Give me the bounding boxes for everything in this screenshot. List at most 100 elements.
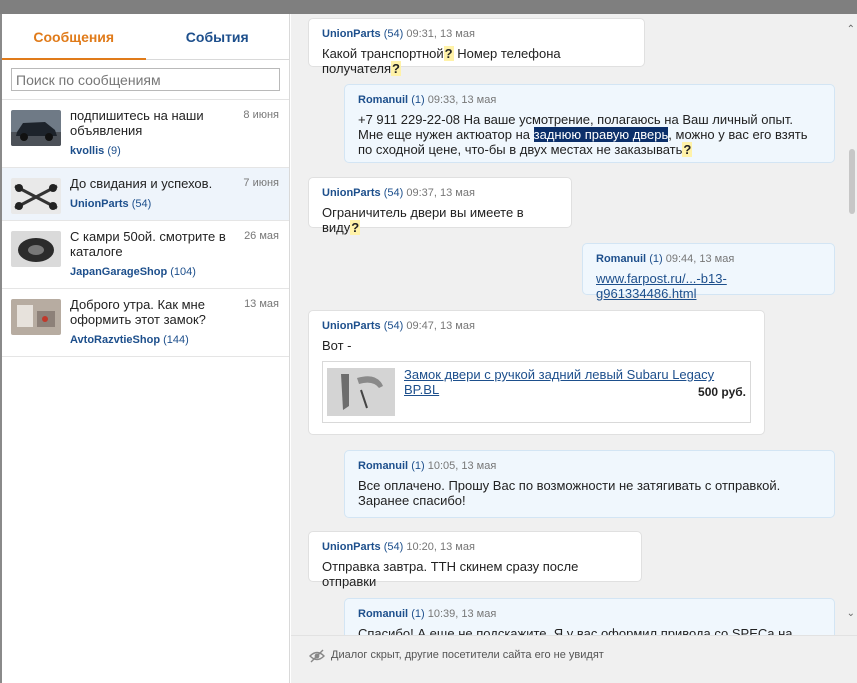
scrollbar-thumb[interactable]	[849, 149, 855, 214]
message-text: +7 911 229-22-08 На ваше усмотрение, пол…	[358, 112, 821, 157]
sender-count: (144)	[163, 334, 189, 346]
author-count: (54)	[383, 28, 404, 40]
door-lock-thumbnail-icon	[11, 299, 61, 335]
tab-events[interactable]: События	[146, 14, 290, 59]
message-text: Ограничитель двери вы имеете в виду?	[322, 205, 558, 235]
dialog-panel: UnionParts (54) 09:31, 13 мая Какой тран…	[291, 14, 857, 683]
conversation-item[interactable]: До свидания и успехов. 7 июня UnionParts…	[2, 168, 289, 221]
message-bubble-incoming: UnionParts (54) 10:20, 13 мая Отправка з…	[308, 531, 642, 589]
conversation-sender: AvtoRazvtieShop (144)	[70, 334, 279, 346]
window-top-strip	[0, 0, 857, 14]
eye-hidden-icon	[309, 649, 325, 663]
tab-messages[interactable]: Сообщения	[2, 14, 146, 59]
active-tab-indicator	[2, 58, 146, 60]
conversation-date: 8 июня	[243, 109, 279, 121]
author-count: (54)	[383, 320, 404, 332]
message-text: Отправка завтра. ТТН скинем сразу после …	[322, 559, 579, 589]
message-bubble-incoming: UnionParts (54) 09:31, 13 мая Какой тран…	[308, 18, 645, 76]
message-meta: Romanuil (1) 09:33, 13 мая	[358, 93, 821, 107]
question-mark: ?	[391, 61, 401, 76]
scroll-up-arrow-icon[interactable]: ⌃	[847, 24, 855, 35]
message-author[interactable]: UnionParts	[322, 541, 381, 553]
question-mark: ?	[682, 142, 693, 157]
message-time: 10:20, 13 мая	[406, 541, 475, 553]
message-text: Какой транспортной? Номер телефона получ…	[322, 46, 631, 76]
message-time: 09:33, 13 мая	[427, 94, 497, 106]
message-thread[interactable]: UnionParts (54) 09:31, 13 мая Какой тран…	[291, 14, 857, 635]
search-input[interactable]	[11, 68, 280, 91]
sender-count: (54)	[131, 198, 152, 210]
message-text: Все оплачено. Прошу Вас по возможности н…	[358, 478, 781, 508]
sender-count: (9)	[107, 145, 121, 157]
message-time: 09:44, 13 мая	[665, 253, 735, 265]
message-meta: UnionParts (54) 09:47, 13 мая	[322, 319, 751, 333]
selected-text: заднюю правую дверь	[533, 127, 669, 142]
author-count: (1)	[411, 460, 425, 472]
message-meta: UnionParts (54) 10:20, 13 мая	[322, 540, 628, 554]
thread-scrollbar[interactable]: ⌃ ⌄	[845, 14, 857, 635]
wheel-part-thumbnail-icon	[11, 231, 61, 267]
conversation-sender: kvollis (9)	[70, 145, 279, 157]
message-meta: Romanuil (1) 10:05, 13 мая	[358, 459, 821, 473]
message-bubble-outgoing: Romanuil (1) 09:33, 13 мая +7 911 229-22…	[344, 84, 835, 163]
message-meta: UnionParts (54) 09:31, 13 мая	[322, 27, 631, 41]
product-price: 500 руб.	[698, 385, 746, 399]
message-time: 09:47, 13 мая	[406, 320, 475, 332]
message-time: 10:39, 13 мая	[427, 608, 497, 620]
conversation-sender: JapanGarageShop (104)	[70, 266, 279, 278]
message-bubble-outgoing: Romanuil (1) 10:39, 13 мая Спасибо! А ещ…	[344, 598, 835, 635]
message-author[interactable]: UnionParts	[322, 187, 381, 199]
message-author[interactable]: Romanuil	[358, 94, 408, 106]
conversations-panel: Сообщения События подпишитесь на наши об…	[2, 14, 290, 683]
message-bubble-outgoing: Romanuil (1) 10:05, 13 мая Все оплачено.…	[344, 450, 835, 518]
message-author[interactable]: UnionParts	[322, 320, 381, 332]
message-time: 10:05, 13 мая	[427, 460, 497, 472]
message-author[interactable]: Romanuil	[358, 608, 408, 620]
product-card[interactable]: Замок двери с ручкой задний левый Subaru…	[322, 361, 751, 423]
message-bubble-incoming: UnionParts (54) 09:37, 13 мая Ограничите…	[308, 177, 572, 235]
author-count: (1)	[649, 253, 663, 265]
dialog-footer: Диалог скрыт, другие посетители сайта ег…	[291, 635, 857, 683]
author-count: (1)	[411, 94, 425, 106]
message-text-part: Какой транспортной	[322, 46, 444, 61]
message-bubble-incoming: UnionParts (54) 09:47, 13 мая Вот - Замо…	[308, 310, 765, 435]
sender-count: (104)	[170, 266, 196, 278]
message-time: 09:31, 13 мая	[406, 28, 475, 40]
car-thumbnail-icon	[11, 110, 61, 146]
message-author[interactable]: Romanuil	[358, 460, 408, 472]
door-lock-product-icon	[327, 368, 395, 416]
conversation-date: 13 мая	[244, 298, 279, 310]
conversation-item[interactable]: С камри 50ой. смотрите в каталоге 26 мая…	[2, 221, 289, 289]
conversation-item[interactable]: Доброго утра. Как мне оформить этот замо…	[2, 289, 289, 357]
drive-shafts-thumbnail-icon	[11, 178, 61, 214]
sender-name: kvollis	[70, 145, 105, 157]
hidden-dialog-notice: Диалог скрыт, другие посетители сайта ег…	[331, 649, 604, 661]
messenger-window: Сообщения События подпишитесь на наши об…	[2, 14, 857, 683]
conversation-date: 26 мая	[244, 230, 279, 242]
message-meta: Romanuil (1) 10:39, 13 мая	[358, 607, 821, 621]
message-bubble-outgoing: Romanuil (1) 09:44, 13 мая www.farpost.r…	[582, 243, 835, 301]
sender-name: AvtoRazvtieShop	[70, 334, 161, 346]
tab-bar: Сообщения События	[2, 14, 289, 60]
author-count: (1)	[411, 608, 425, 620]
search-bar	[2, 60, 289, 100]
conversation-date: 7 июня	[243, 177, 279, 189]
message-time: 09:37, 13 мая	[406, 187, 475, 199]
conversation-item[interactable]: подпишитесь на наши объявления 8 июня kv…	[2, 100, 289, 168]
scroll-down-arrow-icon[interactable]: ⌄	[847, 608, 855, 619]
message-meta: Romanuil (1) 09:44, 13 мая	[596, 252, 821, 266]
author-count: (54)	[383, 541, 404, 553]
message-author[interactable]: UnionParts	[322, 28, 381, 40]
message-text: www.farpost.ru/...-b13-g961334486.html	[596, 271, 821, 301]
sender-name: JapanGarageShop	[70, 266, 168, 278]
author-count: (54)	[383, 187, 404, 199]
message-text: Вот -	[322, 338, 352, 353]
message-meta: UnionParts (54) 09:37, 13 мая	[322, 186, 558, 200]
question-mark: ?	[350, 220, 361, 235]
message-text: Спасибо! А еще не подскажите. Я у вас оф…	[358, 626, 793, 635]
message-author[interactable]: Romanuil	[596, 253, 646, 265]
conversation-sender: UnionParts (54)	[70, 198, 279, 210]
question-mark: ?	[443, 46, 454, 61]
sender-name: UnionParts	[70, 198, 129, 210]
message-link[interactable]: www.farpost.ru/...-b13-g961334486.html	[596, 271, 727, 301]
